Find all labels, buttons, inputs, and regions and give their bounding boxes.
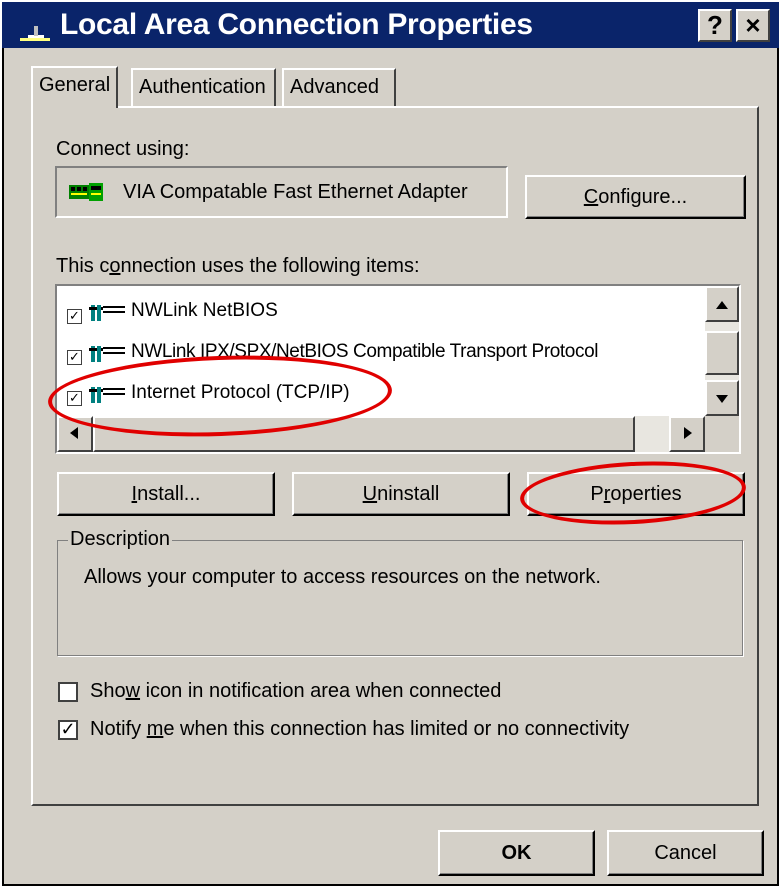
checkmark-icon: ✓ xyxy=(60,719,76,739)
scroll-thumb[interactable] xyxy=(705,331,739,375)
show-icon-label[interactable]: Show icon in notification area when conn… xyxy=(90,680,501,703)
scroll-down-button[interactable] xyxy=(705,380,739,416)
tab-authentication[interactable]: Authentication xyxy=(131,68,276,106)
ok-button[interactable]: OK xyxy=(438,830,595,876)
configure-button[interactable]: Configure... xyxy=(525,175,746,219)
scroll-right-button[interactable] xyxy=(669,416,705,452)
arrow-up-icon xyxy=(716,301,728,309)
title-bar[interactable]: Local Area Connection Properties ? × xyxy=(2,2,779,48)
protocol-icon xyxy=(89,387,125,403)
protocol-icon xyxy=(89,305,125,321)
notify-label[interactable]: Notify me when this connection has limit… xyxy=(90,718,629,741)
tab-general[interactable]: General xyxy=(31,66,119,108)
adapter-field: VIA Compatable Fast Ethernet Adapter xyxy=(55,166,508,218)
vertical-scrollbar[interactable] xyxy=(705,286,739,416)
description-group xyxy=(57,540,743,656)
properties-button[interactable]: Properties xyxy=(527,472,745,516)
item-label: NWLink NetBIOS xyxy=(131,300,278,321)
adapter-name: VIA Compatable Fast Ethernet Adapter xyxy=(123,181,468,203)
network-adapter-icon xyxy=(69,183,103,201)
scroll-left-button[interactable] xyxy=(57,416,93,452)
window-title: Local Area Connection Properties xyxy=(60,8,533,41)
protocol-icon xyxy=(89,346,125,362)
item-checkbox[interactable]: ✓ xyxy=(67,309,82,324)
tab-advanced[interactable]: Advanced xyxy=(282,68,396,106)
install-button[interactable]: Install... xyxy=(57,472,275,516)
notify-checkbox[interactable]: ✓ xyxy=(58,720,78,740)
connect-using-label: Connect using: xyxy=(56,138,190,160)
item-label: Internet Protocol (TCP/IP) xyxy=(131,382,350,403)
horizontal-scrollbar[interactable] xyxy=(57,416,705,452)
show-icon-checkbox[interactable] xyxy=(58,682,78,702)
close-icon: × xyxy=(745,10,761,40)
arrow-left-icon xyxy=(70,427,78,439)
item-label: NWLink IPX/SPX/NetBIOS Compatible Transp… xyxy=(131,341,599,362)
network-connection-icon xyxy=(20,26,50,41)
close-button[interactable]: × xyxy=(736,9,770,42)
uninstall-button[interactable]: Uninstall xyxy=(292,472,510,516)
scroll-thumb[interactable] xyxy=(93,416,635,452)
items-label: This connection uses the following items… xyxy=(56,255,420,277)
description-text: Allows your computer to access resources… xyxy=(84,566,601,588)
item-checkbox[interactable]: ✓ xyxy=(67,391,82,406)
cancel-button[interactable]: Cancel xyxy=(607,830,764,876)
scroll-up-button[interactable] xyxy=(705,286,739,322)
arrow-down-icon xyxy=(716,395,728,403)
scrollbar-corner xyxy=(705,416,739,452)
arrow-right-icon xyxy=(684,427,692,439)
item-checkbox[interactable]: ✓ xyxy=(67,350,82,365)
items-listbox[interactable]: ✓ NWLink NetBIOS ✓ NWLink IPX/SPX/NetBIO… xyxy=(55,284,741,454)
help-button[interactable]: ? xyxy=(698,9,732,42)
description-legend: Description xyxy=(68,528,173,551)
